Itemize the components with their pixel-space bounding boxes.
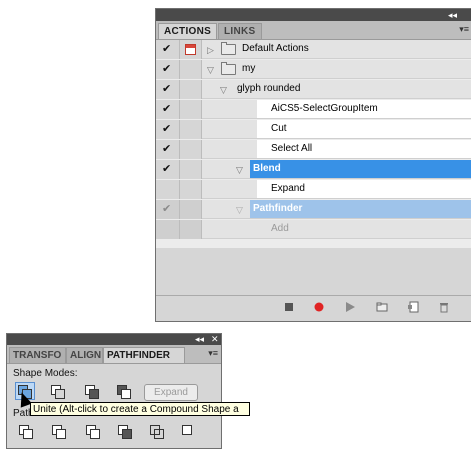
list-item[interactable]: ✔ ▽ Pathfinder bbox=[156, 200, 471, 220]
panel-menu-icon[interactable]: ▾≡ bbox=[459, 24, 469, 35]
toggle-checkbox[interactable]: ✔ bbox=[162, 64, 173, 75]
pathfinder-panel: ◂◂ ✕ TRANSFO ALIGN PATHFINDER ▾≡ Shape M… bbox=[6, 333, 222, 449]
tab-bar: TRANSFO ALIGN PATHFINDER ▾≡ bbox=[7, 345, 221, 364]
exclude-button[interactable] bbox=[114, 382, 134, 400]
toggle-checkbox[interactable]: ✔ bbox=[162, 84, 173, 95]
play-icon[interactable] bbox=[343, 300, 357, 314]
dialog-toggle-icon[interactable] bbox=[185, 44, 196, 55]
stop-icon[interactable] bbox=[282, 300, 296, 314]
minus-back-button[interactable] bbox=[179, 422, 199, 440]
divide-button[interactable] bbox=[16, 422, 36, 440]
list-item[interactable]: Expand bbox=[156, 180, 471, 200]
action-label: glyph rounded bbox=[237, 83, 301, 94]
step-label: Add bbox=[271, 223, 289, 234]
list-item[interactable]: Add bbox=[156, 220, 471, 240]
collapse-icon[interactable]: ◂◂ bbox=[195, 334, 204, 345]
merge-button[interactable] bbox=[83, 422, 103, 440]
expanded-triangle-icon[interactable]: ▽ bbox=[207, 65, 214, 76]
tab-links[interactable]: LINKS bbox=[218, 23, 262, 39]
toggle-checkbox[interactable]: ✔ bbox=[162, 104, 173, 115]
toggle-checkbox[interactable]: ✔ bbox=[162, 144, 173, 155]
folder-icon bbox=[221, 42, 236, 55]
tab-bar: ACTIONS LINKS ▾≡ bbox=[156, 21, 471, 40]
action-label: Blend bbox=[253, 163, 281, 174]
list-item[interactable]: ✔ ▽ my bbox=[156, 60, 471, 80]
expanded-triangle-icon[interactable]: ▽ bbox=[236, 165, 243, 176]
tab-actions[interactable]: ACTIONS bbox=[158, 23, 218, 39]
crop-button[interactable] bbox=[115, 422, 135, 440]
new-action-icon[interactable] bbox=[407, 300, 421, 314]
collapse-icon[interactable]: ◂◂ bbox=[448, 9, 457, 21]
expanded-triangle-icon[interactable]: ▽ bbox=[236, 205, 243, 216]
record-icon[interactable] bbox=[312, 300, 326, 314]
list-item[interactable]: ✔ ▽ glyph rounded bbox=[156, 80, 471, 100]
step-label: AiCS5-SelectGroupItem bbox=[271, 103, 378, 114]
step-label: Expand bbox=[271, 183, 305, 194]
actions-list: ✔ ▷ Default Actions ✔ ▽ my ✔ ▽ glyph rou… bbox=[156, 40, 471, 248]
action-set-label: my bbox=[242, 63, 256, 74]
toggle-checkbox[interactable]: ✔ bbox=[162, 44, 173, 55]
expanded-triangle-icon[interactable]: ▽ bbox=[220, 85, 227, 96]
trash-icon[interactable] bbox=[437, 300, 451, 314]
action-label: Pathfinder bbox=[253, 203, 303, 214]
actions-panel: ◂◂ ACTIONS LINKS ▾≡ ✔ ▷ Default Actions … bbox=[155, 8, 471, 322]
tab-align[interactable]: ALIGN bbox=[66, 347, 103, 363]
collapsed-triangle-icon[interactable]: ▷ bbox=[207, 45, 214, 56]
shape-modes-label: Shape Modes: bbox=[13, 368, 78, 379]
step-label: Select All bbox=[271, 143, 313, 154]
folder-icon bbox=[221, 62, 236, 75]
tooltip: Unite (Alt-click to create a Compound Sh… bbox=[30, 402, 250, 416]
panel-menu-icon[interactable]: ▾≡ bbox=[208, 348, 218, 359]
trim-button[interactable] bbox=[49, 422, 69, 440]
close-icon[interactable]: ✕ bbox=[211, 334, 219, 345]
minus-front-button[interactable] bbox=[48, 382, 68, 400]
action-set-label: Default Actions bbox=[242, 43, 309, 54]
toggle-checkbox[interactable]: ✔ bbox=[162, 124, 173, 135]
list-item[interactable]: ✔ ▷ Default Actions bbox=[156, 40, 471, 60]
toggle-checkbox[interactable]: ✔ bbox=[162, 164, 173, 175]
tab-transform[interactable]: TRANSFO bbox=[9, 347, 66, 363]
panel-titlebar[interactable]: ◂◂ ✕ bbox=[7, 334, 221, 345]
intersect-button[interactable] bbox=[82, 382, 102, 400]
list-item-selected[interactable]: ✔ ▽ Blend bbox=[156, 160, 471, 180]
panel-titlebar[interactable]: ◂◂ bbox=[156, 9, 471, 21]
list-item[interactable]: ✔ Select All bbox=[156, 140, 471, 160]
outline-button[interactable] bbox=[147, 422, 167, 440]
toggle-checkbox[interactable]: ✔ bbox=[162, 204, 173, 215]
new-set-icon[interactable] bbox=[375, 300, 389, 314]
list-item[interactable]: ✔ Cut bbox=[156, 120, 471, 140]
actions-toolbar bbox=[156, 295, 471, 318]
expand-button[interactable]: Expand bbox=[144, 384, 198, 401]
tab-pathfinder[interactable]: PATHFINDER bbox=[103, 347, 185, 363]
list-item[interactable]: ✔ AiCS5-SelectGroupItem bbox=[156, 100, 471, 120]
step-label: Cut bbox=[271, 123, 287, 134]
